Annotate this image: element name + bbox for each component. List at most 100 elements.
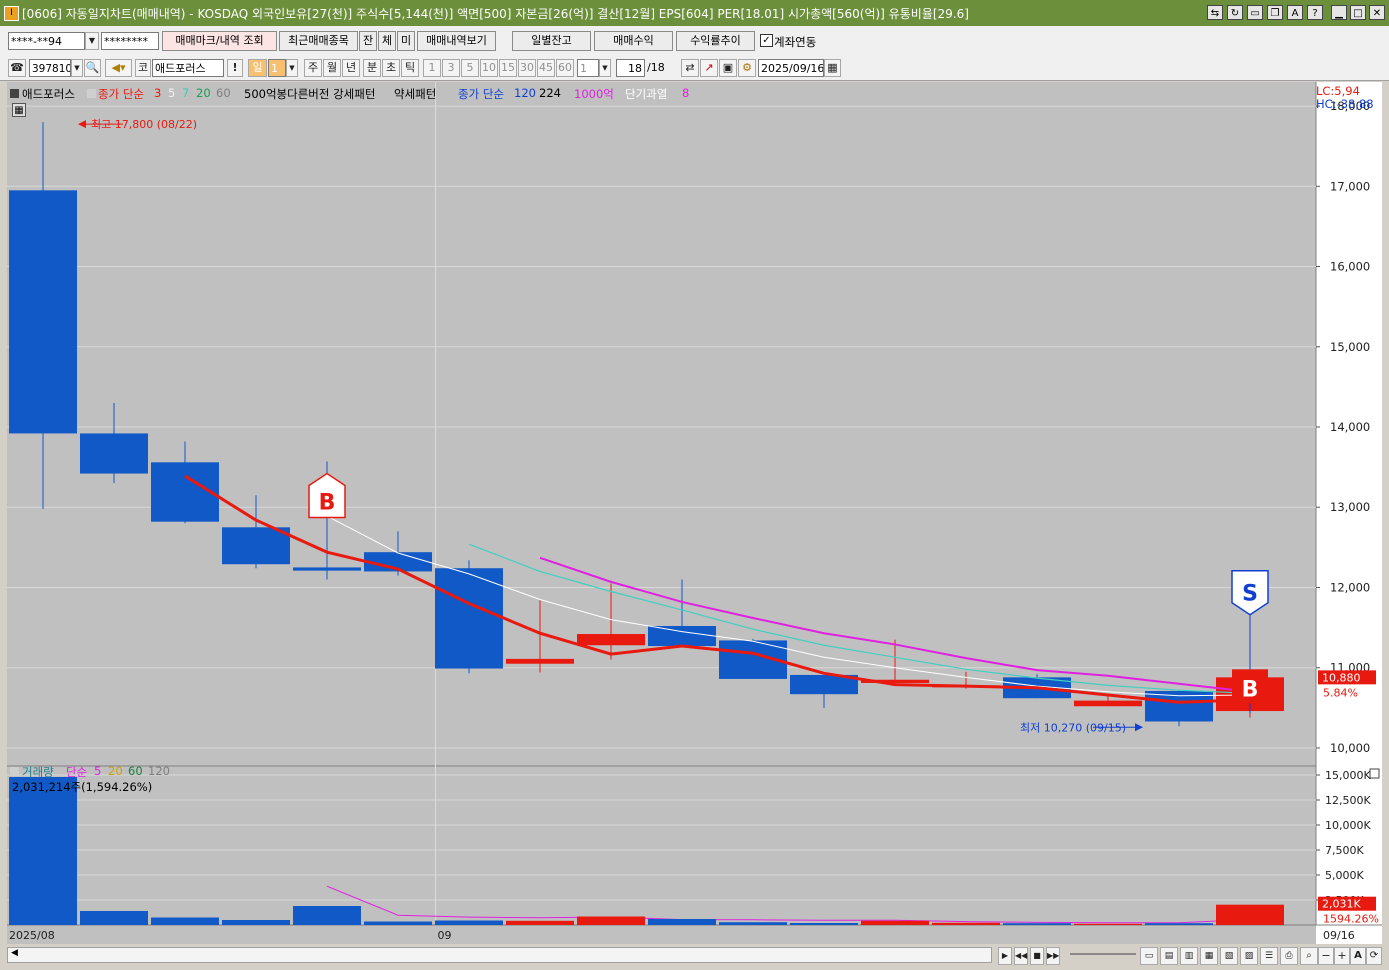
interval-value-field[interactable]: 1 bbox=[577, 59, 599, 77]
volume-bar bbox=[506, 920, 574, 925]
price-chart[interactable]: 18,00017,00016,00015,00014,00013,00012,0… bbox=[7, 82, 1382, 944]
daily-balance-button[interactable]: 일별잔고 bbox=[512, 31, 591, 51]
horizontal-scrollbar[interactable]: ◀ bbox=[7, 947, 992, 963]
grid-icon[interactable]: ▧ bbox=[1220, 947, 1238, 965]
volume-bar bbox=[790, 923, 858, 925]
trade-profit-button[interactable]: 매매수익 bbox=[594, 31, 673, 51]
text-icon[interactable]: A bbox=[1350, 947, 1366, 965]
legend-overheat: 단기과열 bbox=[625, 87, 668, 101]
volume-bar bbox=[1216, 904, 1284, 925]
save-icon[interactable]: ▣ bbox=[719, 59, 737, 77]
high-label: 최고 17,800 (08/22) bbox=[91, 118, 197, 131]
volume-bar bbox=[222, 920, 290, 925]
copy-icon[interactable]: ❐ bbox=[1267, 5, 1283, 20]
candle-icon[interactable]: ▥ bbox=[1180, 947, 1198, 965]
link-icon[interactable]: ⇆ bbox=[1207, 5, 1223, 20]
period-dropdown-icon[interactable]: ▼ bbox=[286, 59, 298, 77]
period-minute-button[interactable]: 분 bbox=[363, 59, 381, 77]
period-month-button[interactable]: 월 bbox=[323, 59, 341, 77]
close-icon[interactable]: ✕ bbox=[1369, 5, 1385, 20]
recent-trades-button[interactable]: 최근매매종목 bbox=[279, 31, 358, 51]
interval-45-button[interactable]: 45 bbox=[537, 59, 555, 77]
period-second-button[interactable]: 초 bbox=[382, 59, 400, 77]
period-year-button[interactable]: 년 bbox=[342, 59, 360, 77]
font-icon[interactable]: A bbox=[1287, 5, 1303, 20]
interval-5-button[interactable]: 5 bbox=[461, 59, 479, 77]
maximize-icon[interactable]: □ bbox=[1350, 5, 1366, 20]
calendar-icon[interactable]: ▦ bbox=[824, 59, 841, 77]
period-day-button[interactable]: 일 bbox=[248, 59, 267, 77]
mark-history-button[interactable]: 매매마크/내역 조회 bbox=[162, 31, 277, 51]
auto-icon[interactable]: ⟳ bbox=[1366, 947, 1382, 965]
magnify-icon[interactable]: ⌕ bbox=[1300, 947, 1318, 965]
search-icon[interactable]: 🔍 bbox=[84, 59, 101, 77]
stop-icon[interactable]: ■ bbox=[1030, 947, 1044, 965]
code-dropdown-icon[interactable]: ▼ bbox=[71, 59, 83, 77]
period-tick-button[interactable]: 틱 bbox=[401, 59, 419, 77]
candle-body bbox=[1074, 700, 1142, 707]
balance-button[interactable]: 잔 bbox=[359, 31, 377, 51]
vol-legend-20: 20 bbox=[108, 764, 123, 778]
interval-15-button[interactable]: 15 bbox=[499, 59, 517, 77]
chart-type-icon[interactable]: ▭ bbox=[1140, 947, 1158, 965]
interval-10-button[interactable]: 10 bbox=[480, 59, 498, 77]
minimize-icon[interactable]: ▁ bbox=[1331, 5, 1347, 20]
forward-icon[interactable]: ▶▶ bbox=[1046, 947, 1060, 965]
rewind-icon[interactable]: ◀◀ bbox=[1014, 947, 1028, 965]
table-icon[interactable]: ▨ bbox=[1240, 947, 1258, 965]
period-value-field[interactable]: 1 bbox=[268, 59, 286, 77]
help-icon[interactable]: ? bbox=[1307, 5, 1323, 20]
zoom-slider[interactable] bbox=[1070, 953, 1136, 955]
volume-bar bbox=[648, 919, 716, 925]
list-icon[interactable]: ☰ bbox=[1260, 947, 1278, 965]
date-field[interactable]: 2025/09/16 bbox=[758, 59, 824, 77]
volume-bar bbox=[293, 906, 361, 925]
chart-area[interactable]: 18,000 17,000 16,000 15,000 14,000 13,000 12,0… bbox=[7, 82, 1382, 944]
refresh-icon[interactable]: ↻ bbox=[1227, 5, 1243, 20]
scroll-right-icon[interactable]: ▶ bbox=[998, 947, 1012, 965]
candle-body bbox=[506, 658, 574, 664]
alert-button[interactable]: ! bbox=[227, 59, 243, 77]
zoom-out-icon[interactable]: − bbox=[1318, 947, 1334, 965]
stock-name-field[interactable]: 애드포러스 bbox=[152, 59, 224, 77]
volume-bar bbox=[1145, 923, 1213, 925]
interval-dropdown-icon[interactable]: ▼ bbox=[599, 59, 611, 77]
volume-tick-label: 10,000K bbox=[1325, 819, 1371, 832]
view-history-button[interactable]: 매매내역보기 bbox=[417, 31, 496, 51]
account-field[interactable]: ****-**94 bbox=[8, 32, 85, 50]
volume-bar bbox=[1003, 923, 1071, 925]
status-bar: ◀ ▶ ◀◀ ■ ▶▶ ▭ ▤ ▥ ▦ ▧ ▨ ☰ ⎙ ⌕ − + A ⟳ bbox=[0, 944, 1389, 970]
price-tick-label: 17,000 bbox=[1330, 179, 1370, 193]
stock-code-field[interactable]: 397810 bbox=[29, 59, 71, 77]
filled-button[interactable]: 체 bbox=[378, 31, 396, 51]
current-price-label: 10,880 bbox=[1322, 671, 1361, 684]
market-button[interactable]: 코 bbox=[135, 59, 151, 77]
print-icon[interactable]: ⎙ bbox=[1280, 947, 1298, 965]
screen-icon[interactable]: ▭ bbox=[1247, 5, 1263, 20]
scroll-arrows-icon[interactable]: ⇄ bbox=[681, 59, 699, 77]
interval-30-button[interactable]: 30 bbox=[518, 59, 536, 77]
volume-ma5-line bbox=[326, 885, 1251, 924]
account-link-checkbox[interactable]: ✓ bbox=[760, 34, 773, 47]
period-week-button[interactable]: 주 bbox=[304, 59, 322, 77]
phone-icon[interactable]: ☎ bbox=[8, 59, 26, 77]
interval-60-button[interactable]: 60 bbox=[556, 59, 574, 77]
interval-1-button[interactable]: 1 bbox=[423, 59, 441, 77]
unfilled-button[interactable]: 미 bbox=[397, 31, 415, 51]
candle-body bbox=[9, 190, 77, 434]
scroll-left-icon[interactable]: ◀ bbox=[11, 948, 18, 958]
layout-icon[interactable]: ▤ bbox=[1160, 947, 1178, 965]
trend-icon[interactable]: ↗ bbox=[700, 59, 718, 77]
grid-toggle-icon[interactable]: ▦ bbox=[12, 103, 26, 117]
settings-icon[interactable]: ⚙ bbox=[738, 59, 756, 77]
password-field[interactable]: ******** bbox=[101, 32, 159, 50]
vol-legend-simple: 단순 bbox=[66, 765, 88, 779]
return-trend-button[interactable]: 수익률추이 bbox=[676, 31, 755, 51]
interval-3-button[interactable]: 3 bbox=[442, 59, 460, 77]
zoom-in-icon[interactable]: + bbox=[1334, 947, 1350, 965]
legend-ma120: 120 bbox=[514, 86, 536, 100]
count-field[interactable]: 18 bbox=[616, 59, 645, 77]
sound-icon[interactable]: ◀▾ bbox=[105, 59, 132, 77]
bars-icon[interactable]: ▦ bbox=[1200, 947, 1218, 965]
account-dropdown-icon[interactable]: ▼ bbox=[85, 32, 99, 50]
